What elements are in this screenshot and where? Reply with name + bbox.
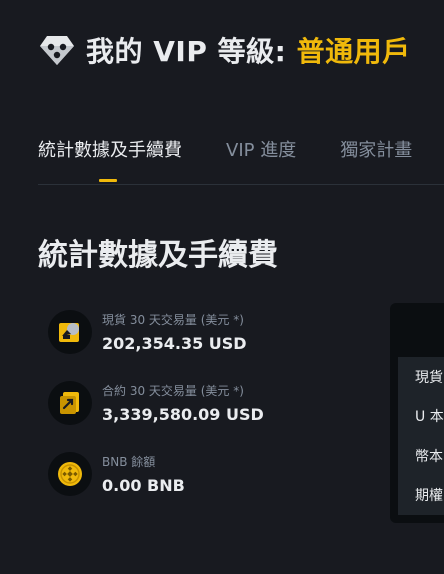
spot-volume-icon xyxy=(48,310,92,354)
diamond-icon xyxy=(40,36,74,65)
title-prefix: 我的 VIP 等級: xyxy=(86,35,297,68)
stat-bnb-balance: BNB 餘額 0.00 BNB xyxy=(48,452,264,496)
stats-list: 現貨 30 天交易量 (美元 *) 202,354.35 USD 合約 30 天… xyxy=(48,310,264,496)
tab-divider xyxy=(38,184,444,185)
stat-value: 202,354.35 USD xyxy=(102,334,247,353)
fee-row-options[interactable]: 期權 xyxy=(398,476,444,516)
fee-row-spot[interactable]: 現貨 xyxy=(398,357,444,397)
page-title: 我的 VIP 等級: 普通用戶 xyxy=(86,30,411,70)
tab-statistics-fees[interactable]: 統計數據及手續費 xyxy=(38,136,182,182)
stat-futures-volume: 合約 30 天交易量 (美元 *) 3,339,580.09 USD xyxy=(48,381,264,425)
tab-exclusive-programs[interactable]: 獨家計畫 xyxy=(340,136,412,182)
fee-type-list: 現貨 U 本 幣本 期權 xyxy=(398,357,444,515)
bnb-icon xyxy=(48,452,92,496)
stat-label: 合約 30 天交易量 (美元 *) xyxy=(102,384,244,398)
stat-label: 現貨 30 天交易量 (美元 *) xyxy=(102,313,244,327)
vip-level: 普通用戶 xyxy=(296,35,411,68)
fee-row-coinm[interactable]: 幣本 xyxy=(398,436,444,476)
futures-volume-icon xyxy=(48,381,92,425)
tab-vip-progress[interactable]: VIP 進度 xyxy=(226,136,296,182)
stat-spot-volume: 現貨 30 天交易量 (美元 *) 202,354.35 USD xyxy=(48,310,264,354)
fee-row-usdm[interactable]: U 本 xyxy=(398,397,444,437)
vip-header: 我的 VIP 等級: 普通用戶 xyxy=(38,30,411,70)
stat-label: BNB 餘額 xyxy=(102,455,156,469)
stat-value: 3,339,580.09 USD xyxy=(102,405,264,424)
vip-page: 我的 VIP 等級: 普通用戶 統計數據及手續費 VIP 進度 獨家計畫 統計數… xyxy=(0,0,444,574)
tab-bar: 統計數據及手續費 VIP 進度 獨家計畫 xyxy=(38,136,412,182)
section-heading: 統計數據及手續費 xyxy=(38,238,278,273)
stat-value: 0.00 BNB xyxy=(102,476,185,495)
